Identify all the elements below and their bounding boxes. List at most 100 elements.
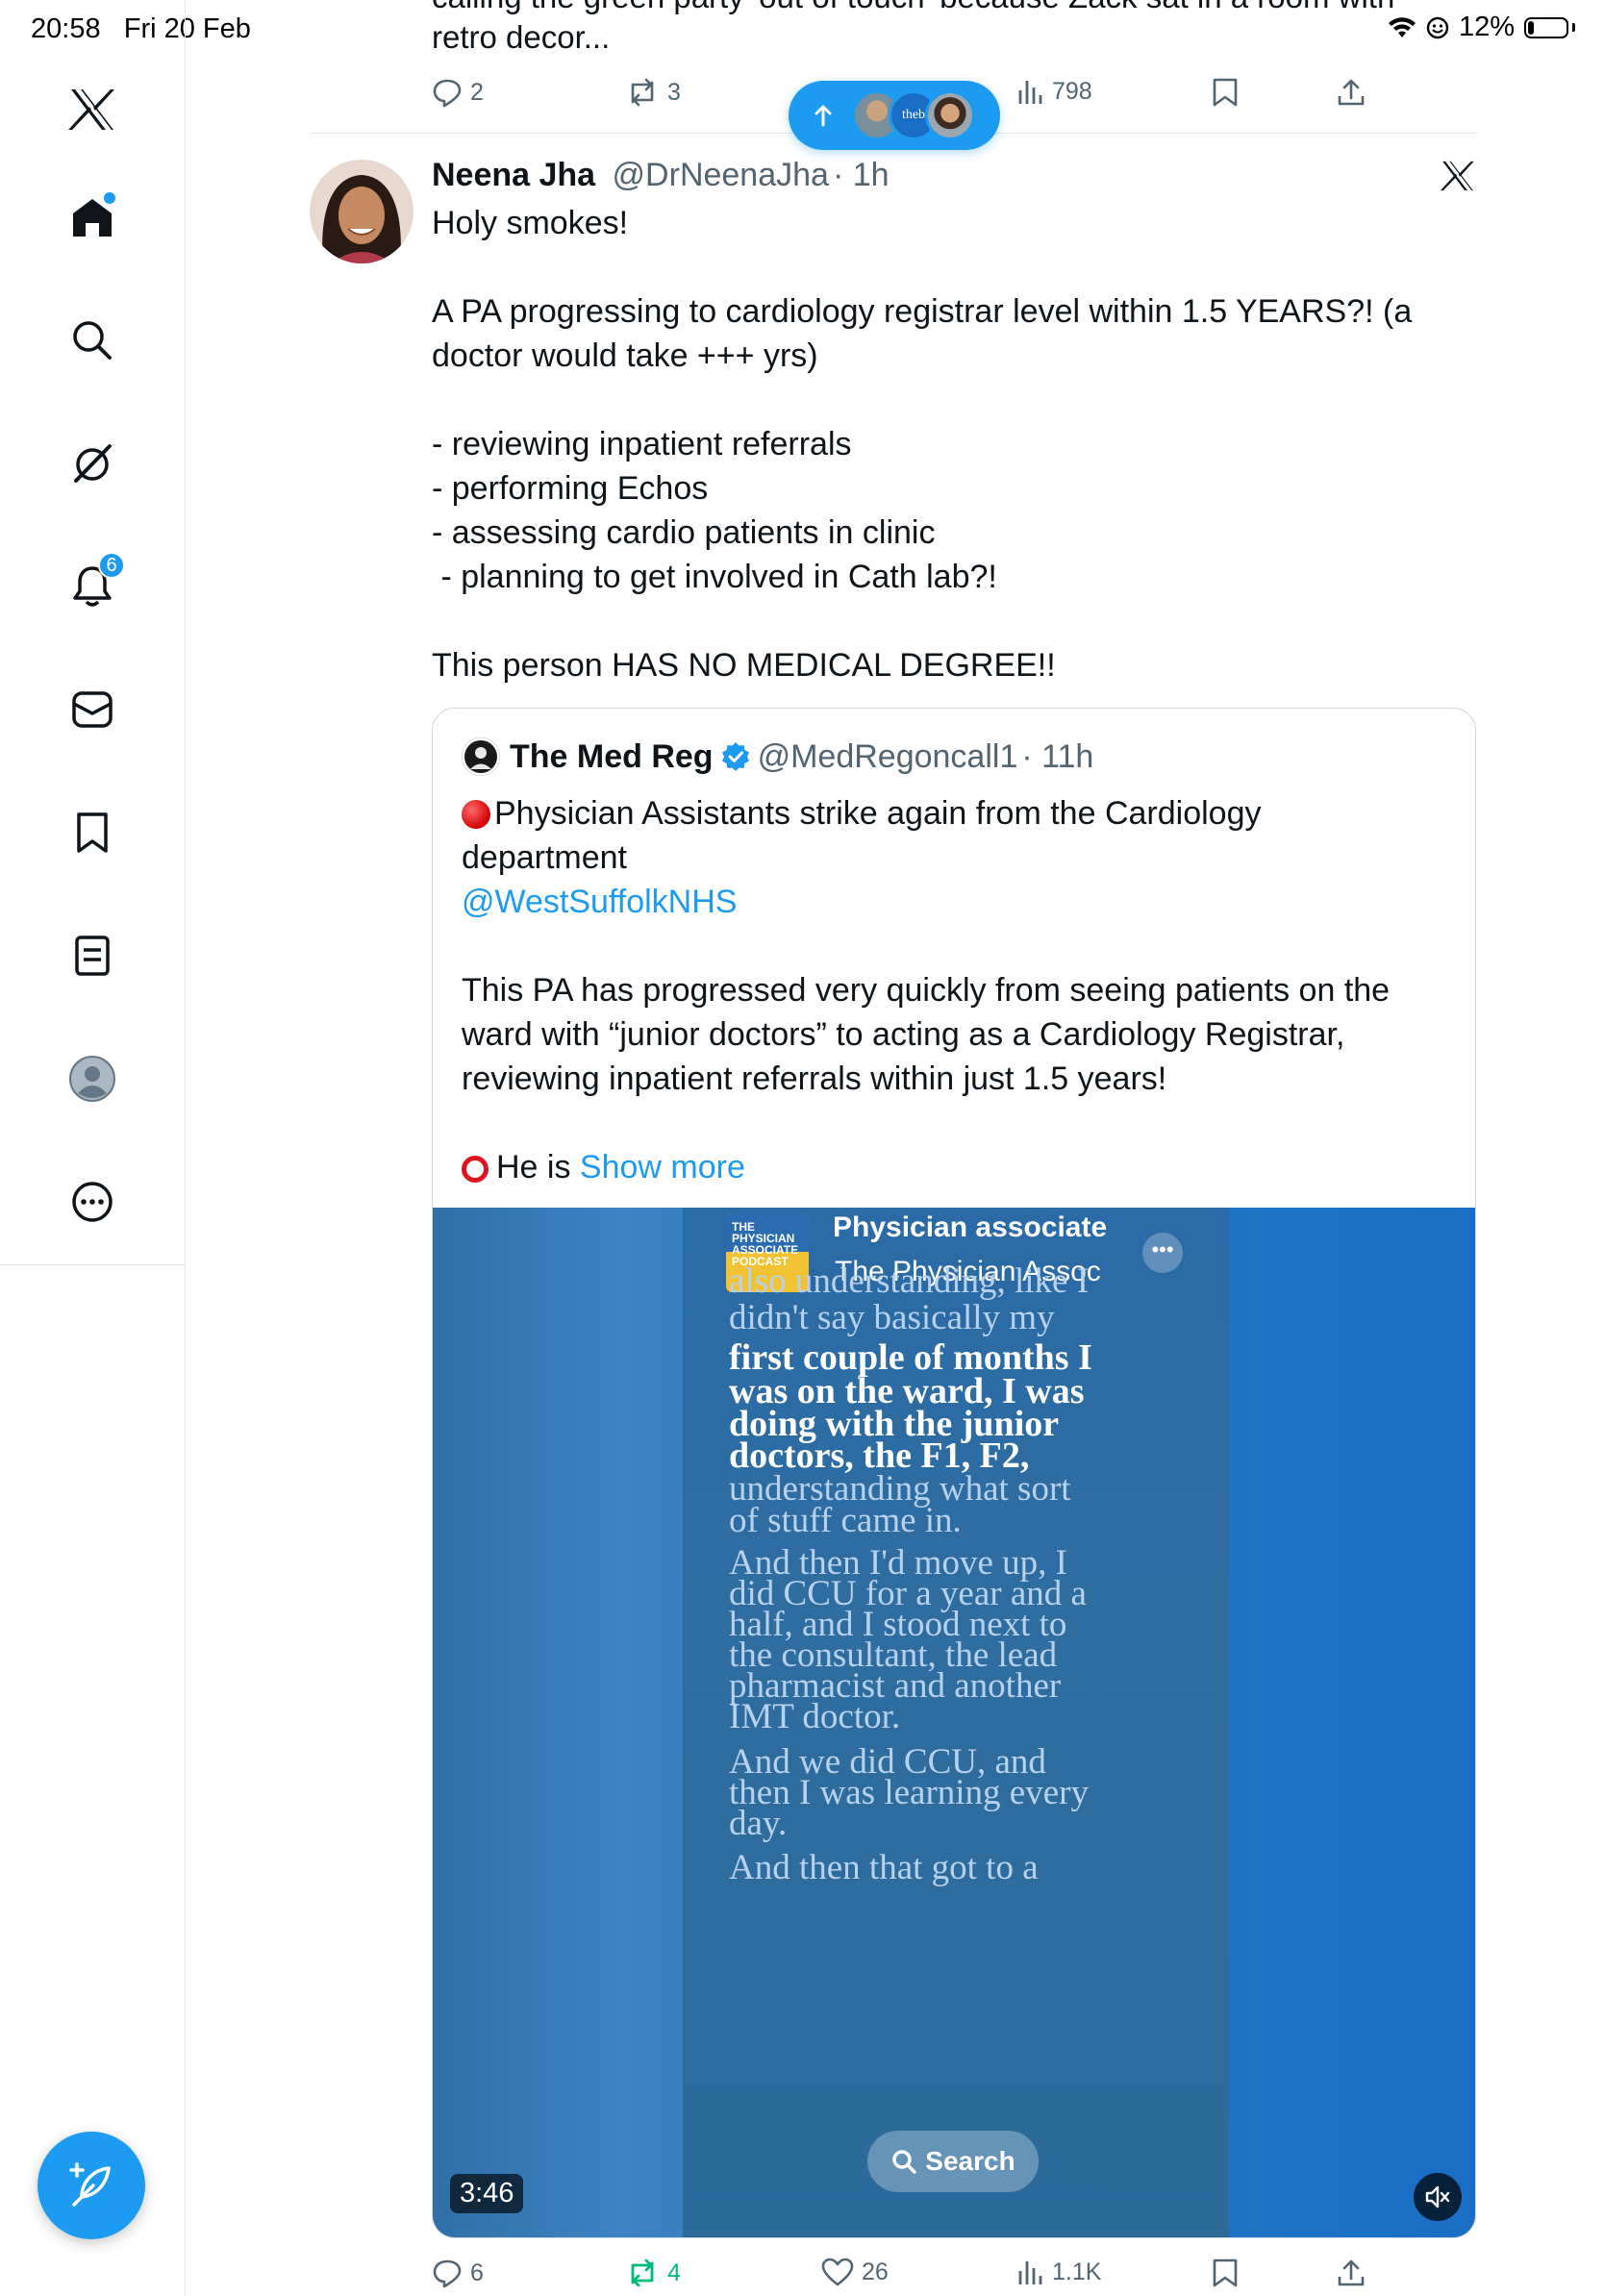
share-button[interactable] [1336, 77, 1366, 108]
tweet-line: A PA progressing to cardiology registrar… [432, 293, 1413, 330]
author-handle[interactable]: @DrNeenaJha [613, 157, 829, 193]
tweet-line: This person HAS NO MEDICAL DEGREE!! [432, 647, 1056, 684]
repost-button[interactable]: 4 [625, 2258, 681, 2288]
caption-line: of stuff came in. [729, 1501, 962, 1540]
quote-line-1: Physician Assistants strike again from t… [494, 795, 1262, 832]
reply-count: 6 [470, 2259, 484, 2286]
reply-icon [433, 2259, 462, 2288]
quote-truncated-text: He is [496, 1149, 571, 1185]
bookmark-button[interactable] [1212, 77, 1239, 108]
bookmarks-icon[interactable] [62, 802, 123, 863]
sidebar: 6 [0, 0, 186, 2296]
video-search-label: Search [925, 2146, 1015, 2176]
views-count: 1.1K [1052, 2258, 1102, 2285]
quote-line-2: department [462, 839, 627, 876]
quote-author-name: The Med Reg [510, 737, 714, 775]
heart-icon [821, 2258, 854, 2286]
mention-link[interactable]: @WestSuffolkNHS [462, 884, 737, 920]
tweet-line: - planning to get involved in Cath lab?! [432, 559, 997, 595]
tweet-header: Neena Jha @DrNeenaJha · 1h [432, 154, 890, 196]
new-posts-pill[interactable]: theb [789, 81, 1000, 150]
focus-icon [1426, 16, 1449, 39]
bookmark-icon [1213, 78, 1238, 107]
hollow-red-circle-emoji-icon [462, 1156, 489, 1183]
messages-icon[interactable] [62, 679, 123, 740]
tweet-line [432, 245, 1490, 289]
previous-tweet-text-cut: calling the green party 'out of touch' b… [432, 0, 1394, 15]
bookmark-button[interactable] [1212, 2258, 1239, 2288]
podcast-title: Physician associate [833, 1211, 1108, 1243]
like-count: 26 [862, 2258, 889, 2285]
tweet-line [432, 599, 1490, 643]
compose-feather-icon [64, 2159, 118, 2212]
views-icon [1018, 81, 1042, 104]
share-icon [1338, 79, 1365, 106]
x-logo-icon[interactable] [62, 79, 123, 140]
caption-line: And then that got to a [729, 1848, 1039, 1887]
speaker-muted-icon [1425, 2185, 1450, 2209]
tweet-line: Holy smokes! [432, 205, 629, 241]
show-more-link[interactable]: Show more [580, 1149, 745, 1185]
search-icon [892, 2150, 917, 2174]
tweet-time[interactable]: · 1h [833, 157, 890, 193]
lists-icon[interactable] [62, 925, 123, 986]
author-name[interactable]: Neena Jha [432, 157, 595, 193]
quote-avatar [462, 737, 500, 776]
tweet-line: - assessing cardio patients in clinic [432, 514, 936, 551]
mute-button[interactable] [1414, 2173, 1462, 2221]
quote-header: The Med Reg @MedRegoncall1 · 11h [462, 737, 1093, 776]
home-icon[interactable] [62, 187, 123, 248]
repost-count: 3 [667, 78, 681, 106]
reply-icon [433, 79, 462, 108]
quote-time: · 11h [1021, 737, 1094, 775]
profile-icon[interactable] [62, 1048, 123, 1110]
red-circle-emoji-icon [462, 800, 490, 829]
repost-icon [631, 2259, 654, 2287]
search-icon[interactable] [62, 310, 123, 371]
video-player[interactable]: THE PHYSICIAN ASSOCIATE PODCAST Physicia… [433, 1208, 1475, 2237]
like-button[interactable]: 26 [821, 2258, 889, 2286]
wifi-icon [1388, 16, 1416, 39]
notification-badge: 6 [98, 552, 125, 579]
bell-icon[interactable]: 6 [62, 552, 125, 617]
reply-count: 2 [470, 78, 484, 106]
verified-badge-icon [721, 742, 750, 771]
pill-avatar-3 [925, 90, 975, 140]
share-icon [1338, 2259, 1365, 2286]
tweet-line: doctor would take +++ yrs) [432, 337, 818, 374]
tweet-text: Holy smokes! A PA progressing to cardiol… [432, 201, 1490, 687]
share-button[interactable] [1336, 2258, 1366, 2288]
bookmark-icon [1213, 2259, 1238, 2287]
reply-button[interactable]: 2 [432, 77, 484, 108]
battery-icon [1524, 16, 1568, 38]
grok-icon[interactable] [62, 433, 123, 494]
tweet-line: - reviewing inpatient referrals [432, 426, 852, 462]
previous-tweet-text: retro decor... [432, 19, 611, 55]
video-search-chip[interactable]: Search [867, 2131, 1039, 2192]
quoted-tweet[interactable]: The Med Reg @MedRegoncall1 · 11h Physicia… [432, 708, 1476, 2238]
arrow-up-icon [814, 104, 833, 127]
views-count: 798 [1052, 77, 1092, 105]
compose-button[interactable] [38, 2132, 145, 2239]
views-button[interactable]: 1.1K [1017, 2258, 1101, 2286]
author-avatar[interactable] [310, 160, 414, 263]
more-icon[interactable] [62, 1171, 123, 1233]
tweet-line [432, 378, 1490, 422]
repost-count: 4 [667, 2259, 681, 2286]
x-logo-icon [1441, 160, 1475, 192]
repost-button[interactable]: 3 [625, 77, 681, 108]
battery-percent: 12% [1458, 12, 1515, 42]
views-button[interactable]: 798 [1017, 77, 1092, 106]
reply-button[interactable]: 6 [432, 2258, 484, 2288]
tweet-line: - performing Echos [432, 470, 709, 507]
status-indicators: 12% [1388, 12, 1575, 43]
quote-text: Physician Assistants strike again from t… [462, 791, 1452, 1189]
views-icon [1018, 2261, 1042, 2284]
quote-author-handle: @MedRegoncall1 [757, 737, 1018, 775]
caption-line: day. [729, 1804, 788, 1843]
caption-line: IMT doctor. [729, 1697, 901, 1736]
quote-paragraph-2: This PA has progressed very quickly from… [462, 972, 1391, 1097]
video-duration: 3:46 [450, 2174, 524, 2213]
home-unread-dot [104, 192, 115, 204]
repost-icon [631, 78, 654, 107]
